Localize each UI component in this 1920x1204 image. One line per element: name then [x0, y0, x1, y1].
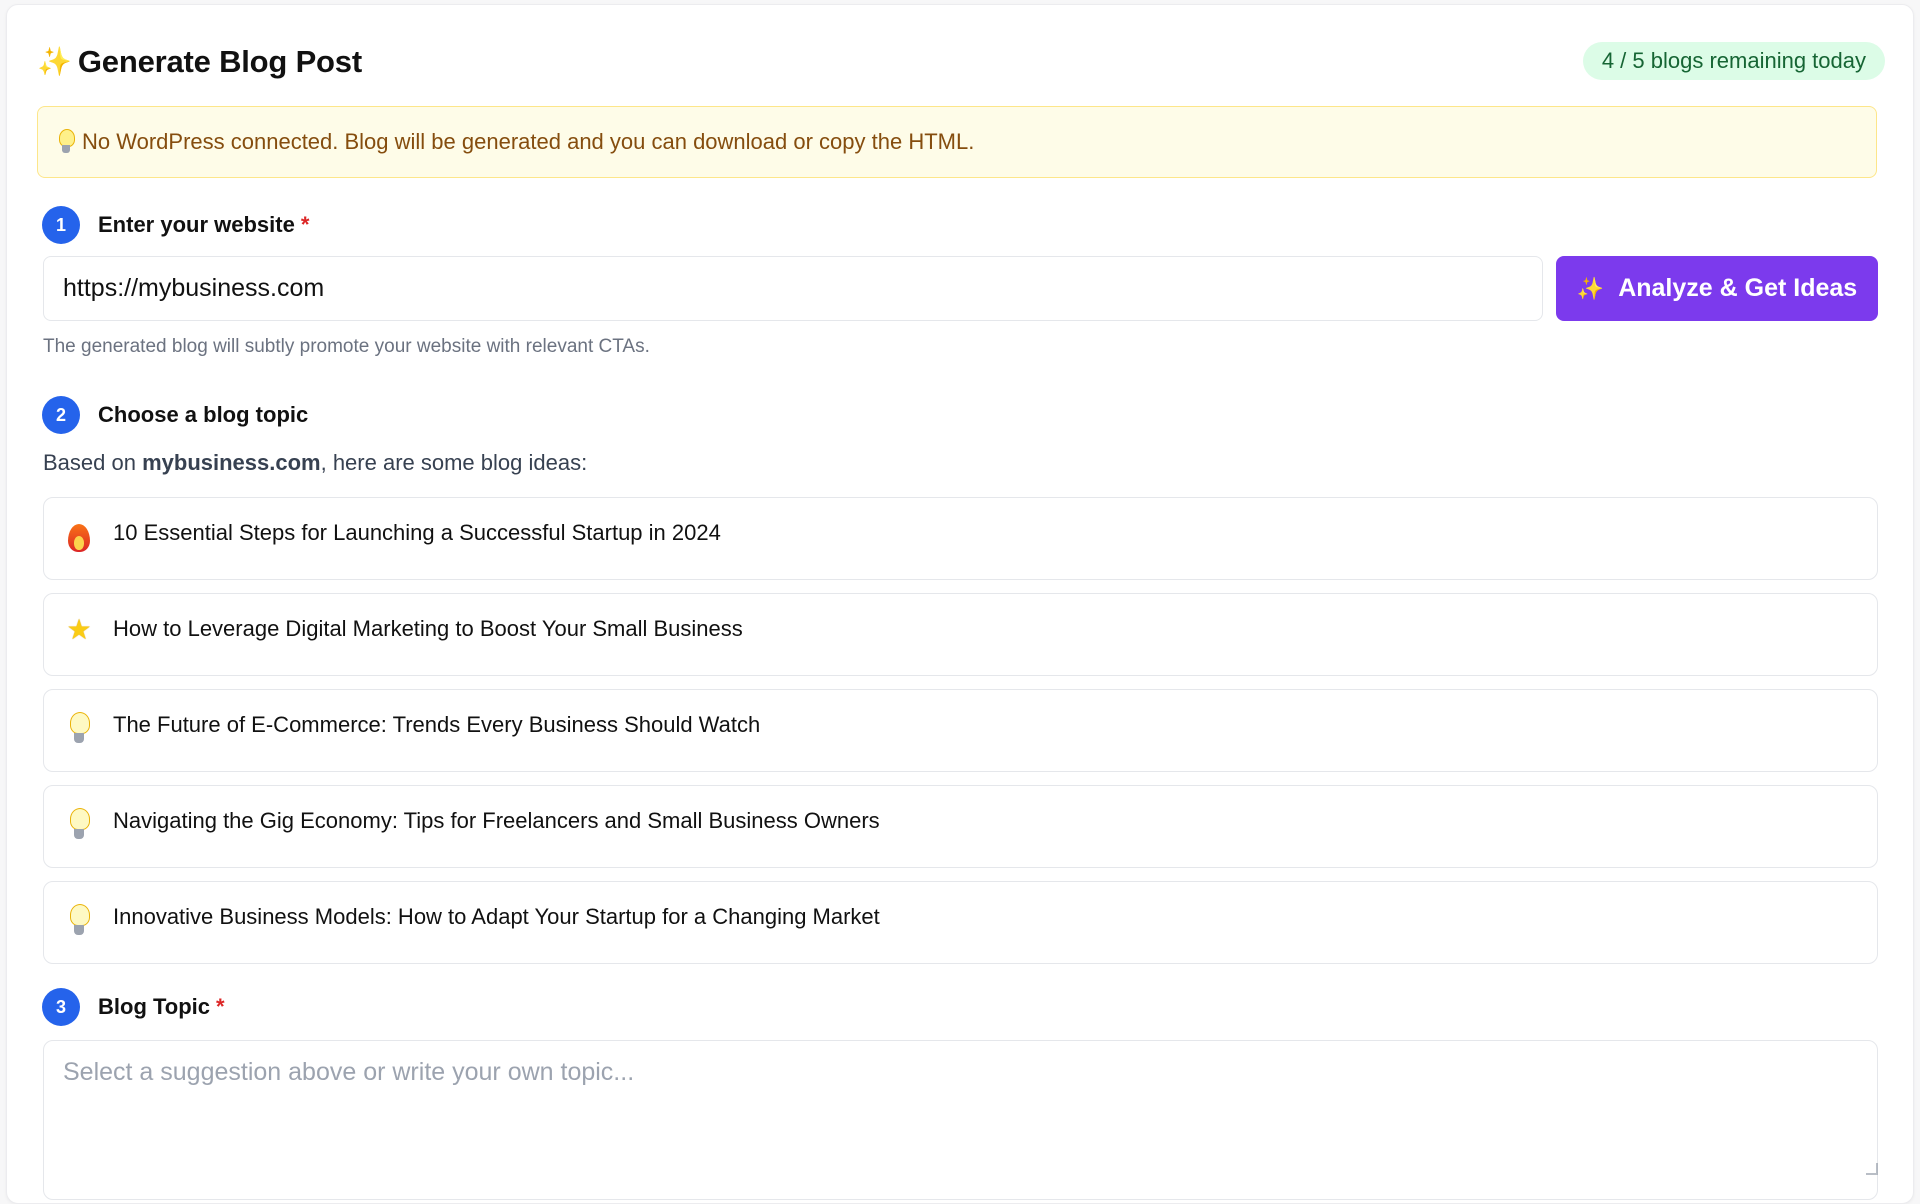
title-wrap: ✨ Generate Blog Post [37, 44, 362, 80]
step-label-text: Enter your website [98, 212, 295, 237]
page-title: Generate Blog Post [77, 44, 362, 79]
suggestions-intro: Based on mybusiness.com, here are some b… [43, 450, 587, 476]
required-marker: * [300, 212, 310, 237]
quota-badge: 4 / 5 blogs remaining today [1582, 42, 1885, 80]
blog-topic-textarea[interactable] [43, 1040, 1878, 1200]
resize-handle[interactable] [1866, 1163, 1878, 1175]
intro-prefix: Based on [43, 450, 143, 475]
lightbulb-icon [58, 129, 75, 155]
lightbulb-icon [62, 904, 96, 944]
analyze-button-label: Analyze & Get Ideas [1618, 274, 1858, 302]
step-1-header: 1 Enter your website * [42, 206, 309, 244]
lightbulb-icon [62, 712, 96, 752]
analyze-get-ideas-button[interactable]: ✨ Analyze & Get Ideas [1556, 256, 1878, 321]
suggestion-label: How to Leverage Digital Marketing to Boo… [113, 616, 743, 641]
suggestion-label: The Future of E-Commerce: Trends Every B… [113, 712, 761, 737]
step-number-badge: 1 [42, 206, 80, 244]
step-label: Blog Topic * [98, 994, 225, 1020]
sparkles-icon: ✨ [37, 46, 72, 77]
step-3-header: 3 Blog Topic * [42, 988, 225, 1026]
website-helper-text: The generated blog will subtly promote y… [43, 336, 650, 357]
sparkles-icon: ✨ [1576, 275, 1605, 301]
suggestion-item[interactable]: Navigating the Gig Economy: Tips for Fre… [43, 785, 1878, 868]
suggestion-item[interactable]: The Future of E-Commerce: Trends Every B… [43, 689, 1878, 772]
step-label: Enter your website * [98, 212, 309, 238]
step-label-text: Blog Topic [98, 994, 211, 1019]
step-2-header: 2 Choose a blog topic [42, 396, 308, 434]
suggestion-item[interactable]: Innovative Business Models: How to Adapt… [43, 881, 1878, 964]
wordpress-alert: No WordPress connected. Blog will be gen… [37, 106, 1877, 178]
star-icon: ★ [66, 614, 92, 645]
suggestion-item[interactable]: ★ How to Leverage Digital Marketing to B… [43, 593, 1878, 676]
suggestion-label: 10 Essential Steps for Launching a Succe… [113, 520, 721, 545]
step-label: Choose a blog topic [98, 402, 309, 427]
website-url-input[interactable] [43, 256, 1543, 321]
suggestion-list: 10 Essential Steps for Launching a Succe… [43, 497, 1878, 977]
analyzed-domain: mybusiness.com [142, 450, 321, 475]
alert-text: No WordPress connected. Blog will be gen… [82, 129, 975, 154]
step-number-badge: 2 [42, 396, 80, 434]
intro-suffix: , here are some blog ideas: [320, 450, 588, 475]
suggestion-label: Innovative Business Models: How to Adapt… [113, 904, 880, 929]
suggestion-label: Navigating the Gig Economy: Tips for Fre… [113, 808, 880, 833]
fire-icon [62, 520, 96, 560]
header: ✨ Generate Blog Post 4 / 5 blogs remaini… [37, 40, 1885, 90]
required-marker: * [216, 994, 225, 1019]
lightbulb-icon [62, 808, 96, 848]
step-number-badge: 3 [42, 988, 80, 1026]
suggestion-item[interactable]: 10 Essential Steps for Launching a Succe… [43, 497, 1878, 580]
